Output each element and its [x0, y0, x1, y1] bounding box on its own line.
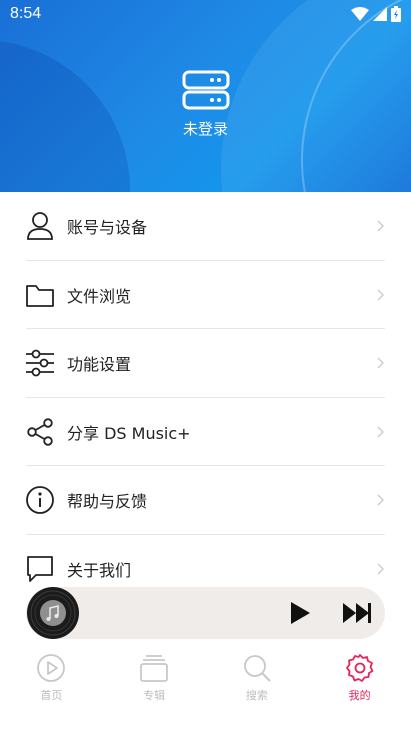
- fast-forward-icon[interactable]: [342, 602, 372, 624]
- chevron-right-icon: [377, 494, 384, 506]
- login-label[interactable]: 未登录: [0, 118, 411, 139]
- menu-item-help[interactable]: 帮助与反馈: [0, 466, 411, 535]
- profile-header: 8:54 未登录: [0, 0, 411, 192]
- info-icon: [25, 485, 55, 515]
- server-icon[interactable]: [182, 70, 230, 110]
- menu-item-label: 帮助与反馈: [67, 492, 148, 512]
- chevron-right-icon: [377, 357, 384, 369]
- menu-item-share[interactable]: 分享 DS Music+: [0, 398, 411, 466]
- nav-tab-home[interactable]: 首页: [0, 645, 103, 707]
- menu-item-settings[interactable]: 功能设置: [0, 329, 411, 398]
- chat-icon: [25, 554, 55, 584]
- share-icon: [25, 417, 55, 447]
- chevron-right-icon: [377, 426, 384, 438]
- nav-label: 搜索: [245, 689, 268, 702]
- play-icon[interactable]: [288, 601, 312, 625]
- user-icon: [25, 211, 55, 241]
- album-stack-icon: [140, 655, 169, 682]
- status-time: 8:54: [10, 5, 42, 22]
- settings-menu: 账号与设备 文件浏览 功能设置 分享 DS Music+ 帮助与反馈 关于我们: [0, 192, 411, 603]
- menu-item-file-browse[interactable]: 文件浏览: [0, 261, 411, 329]
- nav-label: 专辑: [143, 689, 166, 702]
- nav-label: 我的: [348, 689, 371, 702]
- wifi-icon: [351, 7, 369, 21]
- vinyl-disc-icon[interactable]: [26, 586, 80, 640]
- chevron-right-icon: [377, 563, 384, 575]
- menu-item-label: 功能设置: [67, 355, 132, 375]
- menu-item-label: 账号与设备: [67, 218, 148, 238]
- nav-tab-album[interactable]: 专辑: [103, 645, 206, 707]
- play-circle-icon: [37, 654, 66, 682]
- menu-item-label: 关于我们: [67, 560, 132, 580]
- folder-icon: [25, 280, 55, 310]
- nav-tab-mine[interactable]: 我的: [308, 645, 411, 707]
- search-icon: [243, 655, 271, 682]
- nav-tab-search[interactable]: 搜索: [206, 645, 309, 707]
- menu-item-label: 分享 DS Music+: [67, 423, 191, 443]
- cell-signal-icon: [373, 7, 387, 21]
- bottom-navigation: 首页 专辑 搜索 我的: [0, 645, 411, 707]
- chevron-right-icon: [377, 220, 384, 232]
- status-bar: 8:54: [0, 0, 411, 28]
- nav-label: 首页: [40, 689, 63, 702]
- sliders-icon: [25, 348, 55, 378]
- menu-item-label: 文件浏览: [67, 286, 132, 306]
- header-wave-decoration: [0, 40, 130, 192]
- chevron-right-icon: [377, 289, 384, 301]
- battery-icon: [391, 6, 401, 22]
- mini-player[interactable]: [26, 587, 385, 639]
- menu-item-account[interactable]: 账号与设备: [0, 192, 411, 261]
- gear-icon: [345, 654, 374, 682]
